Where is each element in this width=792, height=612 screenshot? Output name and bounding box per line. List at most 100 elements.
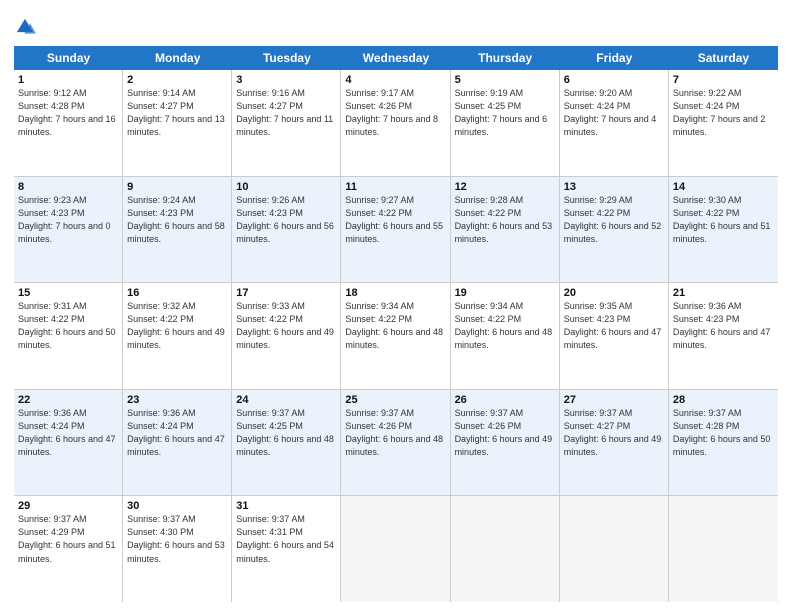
day-info: Sunrise: 9:37 AMSunset: 4:28 PMDaylight:… bbox=[673, 407, 774, 459]
day-info: Sunrise: 9:16 AMSunset: 4:27 PMDaylight:… bbox=[236, 87, 336, 139]
day-number: 2 bbox=[127, 74, 227, 86]
day-info: Sunrise: 9:17 AMSunset: 4:26 PMDaylight:… bbox=[345, 87, 445, 139]
day-cell-21: 21Sunrise: 9:36 AMSunset: 4:23 PMDayligh… bbox=[669, 283, 778, 389]
day-cell-15: 15Sunrise: 9:31 AMSunset: 4:22 PMDayligh… bbox=[14, 283, 123, 389]
logo bbox=[14, 14, 38, 38]
day-cell-19: 19Sunrise: 9:34 AMSunset: 4:22 PMDayligh… bbox=[451, 283, 560, 389]
day-cell-22: 22Sunrise: 9:36 AMSunset: 4:24 PMDayligh… bbox=[14, 390, 123, 496]
day-number: 23 bbox=[127, 394, 227, 406]
day-number: 12 bbox=[455, 181, 555, 193]
day-number: 1 bbox=[18, 74, 118, 86]
day-cell-5: 5Sunrise: 9:19 AMSunset: 4:25 PMDaylight… bbox=[451, 70, 560, 176]
day-info: Sunrise: 9:12 AMSunset: 4:28 PMDaylight:… bbox=[18, 87, 118, 139]
day-cell-30: 30Sunrise: 9:37 AMSunset: 4:30 PMDayligh… bbox=[123, 496, 232, 602]
day-number: 14 bbox=[673, 181, 774, 193]
day-info: Sunrise: 9:36 AMSunset: 4:24 PMDaylight:… bbox=[127, 407, 227, 459]
day-info: Sunrise: 9:20 AMSunset: 4:24 PMDaylight:… bbox=[564, 87, 664, 139]
day-info: Sunrise: 9:23 AMSunset: 4:23 PMDaylight:… bbox=[18, 194, 118, 246]
day-info: Sunrise: 9:22 AMSunset: 4:24 PMDaylight:… bbox=[673, 87, 774, 139]
day-cell-1: 1Sunrise: 9:12 AMSunset: 4:28 PMDaylight… bbox=[14, 70, 123, 176]
header-day-thursday: Thursday bbox=[451, 46, 560, 70]
week-row-4: 22Sunrise: 9:36 AMSunset: 4:24 PMDayligh… bbox=[14, 390, 778, 497]
day-info: Sunrise: 9:37 AMSunset: 4:29 PMDaylight:… bbox=[18, 513, 118, 565]
empty-cell bbox=[560, 496, 669, 602]
day-number: 22 bbox=[18, 394, 118, 406]
logo-icon bbox=[14, 16, 36, 38]
header-day-saturday: Saturday bbox=[669, 46, 778, 70]
header-day-wednesday: Wednesday bbox=[341, 46, 450, 70]
day-number: 27 bbox=[564, 394, 664, 406]
day-info: Sunrise: 9:28 AMSunset: 4:22 PMDaylight:… bbox=[455, 194, 555, 246]
day-cell-3: 3Sunrise: 9:16 AMSunset: 4:27 PMDaylight… bbox=[232, 70, 341, 176]
day-number: 21 bbox=[673, 287, 774, 299]
day-info: Sunrise: 9:37 AMSunset: 4:30 PMDaylight:… bbox=[127, 513, 227, 565]
day-cell-6: 6Sunrise: 9:20 AMSunset: 4:24 PMDaylight… bbox=[560, 70, 669, 176]
day-cell-10: 10Sunrise: 9:26 AMSunset: 4:23 PMDayligh… bbox=[232, 177, 341, 283]
day-cell-13: 13Sunrise: 9:29 AMSunset: 4:22 PMDayligh… bbox=[560, 177, 669, 283]
day-number: 19 bbox=[455, 287, 555, 299]
day-number: 15 bbox=[18, 287, 118, 299]
day-info: Sunrise: 9:19 AMSunset: 4:25 PMDaylight:… bbox=[455, 87, 555, 139]
header-day-friday: Friday bbox=[560, 46, 669, 70]
day-cell-7: 7Sunrise: 9:22 AMSunset: 4:24 PMDaylight… bbox=[669, 70, 778, 176]
empty-cell bbox=[451, 496, 560, 602]
day-number: 31 bbox=[236, 500, 336, 512]
calendar-body: 1Sunrise: 9:12 AMSunset: 4:28 PMDaylight… bbox=[14, 70, 778, 602]
day-info: Sunrise: 9:36 AMSunset: 4:24 PMDaylight:… bbox=[18, 407, 118, 459]
day-cell-14: 14Sunrise: 9:30 AMSunset: 4:22 PMDayligh… bbox=[669, 177, 778, 283]
day-cell-31: 31Sunrise: 9:37 AMSunset: 4:31 PMDayligh… bbox=[232, 496, 341, 602]
day-info: Sunrise: 9:30 AMSunset: 4:22 PMDaylight:… bbox=[673, 194, 774, 246]
day-number: 13 bbox=[564, 181, 664, 193]
day-number: 20 bbox=[564, 287, 664, 299]
header-day-tuesday: Tuesday bbox=[232, 46, 341, 70]
day-cell-26: 26Sunrise: 9:37 AMSunset: 4:26 PMDayligh… bbox=[451, 390, 560, 496]
day-info: Sunrise: 9:34 AMSunset: 4:22 PMDaylight:… bbox=[345, 300, 445, 352]
week-row-2: 8Sunrise: 9:23 AMSunset: 4:23 PMDaylight… bbox=[14, 177, 778, 284]
day-number: 30 bbox=[127, 500, 227, 512]
day-number: 25 bbox=[345, 394, 445, 406]
day-cell-25: 25Sunrise: 9:37 AMSunset: 4:26 PMDayligh… bbox=[341, 390, 450, 496]
day-number: 10 bbox=[236, 181, 336, 193]
header-day-sunday: Sunday bbox=[14, 46, 123, 70]
day-number: 6 bbox=[564, 74, 664, 86]
day-number: 4 bbox=[345, 74, 445, 86]
day-cell-23: 23Sunrise: 9:36 AMSunset: 4:24 PMDayligh… bbox=[123, 390, 232, 496]
day-number: 3 bbox=[236, 74, 336, 86]
day-number: 29 bbox=[18, 500, 118, 512]
day-cell-12: 12Sunrise: 9:28 AMSunset: 4:22 PMDayligh… bbox=[451, 177, 560, 283]
week-row-3: 15Sunrise: 9:31 AMSunset: 4:22 PMDayligh… bbox=[14, 283, 778, 390]
calendar: SundayMondayTuesdayWednesdayThursdayFrid… bbox=[14, 46, 778, 602]
day-number: 28 bbox=[673, 394, 774, 406]
day-number: 26 bbox=[455, 394, 555, 406]
day-number: 16 bbox=[127, 287, 227, 299]
day-cell-18: 18Sunrise: 9:34 AMSunset: 4:22 PMDayligh… bbox=[341, 283, 450, 389]
day-info: Sunrise: 9:32 AMSunset: 4:22 PMDaylight:… bbox=[127, 300, 227, 352]
day-cell-8: 8Sunrise: 9:23 AMSunset: 4:23 PMDaylight… bbox=[14, 177, 123, 283]
day-info: Sunrise: 9:36 AMSunset: 4:23 PMDaylight:… bbox=[673, 300, 774, 352]
day-number: 11 bbox=[345, 181, 445, 193]
header-day-monday: Monday bbox=[123, 46, 232, 70]
day-cell-20: 20Sunrise: 9:35 AMSunset: 4:23 PMDayligh… bbox=[560, 283, 669, 389]
day-number: 9 bbox=[127, 181, 227, 193]
day-info: Sunrise: 9:26 AMSunset: 4:23 PMDaylight:… bbox=[236, 194, 336, 246]
calendar-header: SundayMondayTuesdayWednesdayThursdayFrid… bbox=[14, 46, 778, 70]
day-info: Sunrise: 9:37 AMSunset: 4:27 PMDaylight:… bbox=[564, 407, 664, 459]
empty-cell bbox=[669, 496, 778, 602]
day-cell-27: 27Sunrise: 9:37 AMSunset: 4:27 PMDayligh… bbox=[560, 390, 669, 496]
week-row-5: 29Sunrise: 9:37 AMSunset: 4:29 PMDayligh… bbox=[14, 496, 778, 602]
day-info: Sunrise: 9:14 AMSunset: 4:27 PMDaylight:… bbox=[127, 87, 227, 139]
day-info: Sunrise: 9:37 AMSunset: 4:31 PMDaylight:… bbox=[236, 513, 336, 565]
day-info: Sunrise: 9:34 AMSunset: 4:22 PMDaylight:… bbox=[455, 300, 555, 352]
day-cell-24: 24Sunrise: 9:37 AMSunset: 4:25 PMDayligh… bbox=[232, 390, 341, 496]
page: SundayMondayTuesdayWednesdayThursdayFrid… bbox=[0, 0, 792, 612]
day-cell-11: 11Sunrise: 9:27 AMSunset: 4:22 PMDayligh… bbox=[341, 177, 450, 283]
day-number: 5 bbox=[455, 74, 555, 86]
day-info: Sunrise: 9:37 AMSunset: 4:25 PMDaylight:… bbox=[236, 407, 336, 459]
day-info: Sunrise: 9:35 AMSunset: 4:23 PMDaylight:… bbox=[564, 300, 664, 352]
day-info: Sunrise: 9:37 AMSunset: 4:26 PMDaylight:… bbox=[345, 407, 445, 459]
day-number: 8 bbox=[18, 181, 118, 193]
day-number: 17 bbox=[236, 287, 336, 299]
day-number: 24 bbox=[236, 394, 336, 406]
day-info: Sunrise: 9:29 AMSunset: 4:22 PMDaylight:… bbox=[564, 194, 664, 246]
header bbox=[14, 10, 778, 38]
